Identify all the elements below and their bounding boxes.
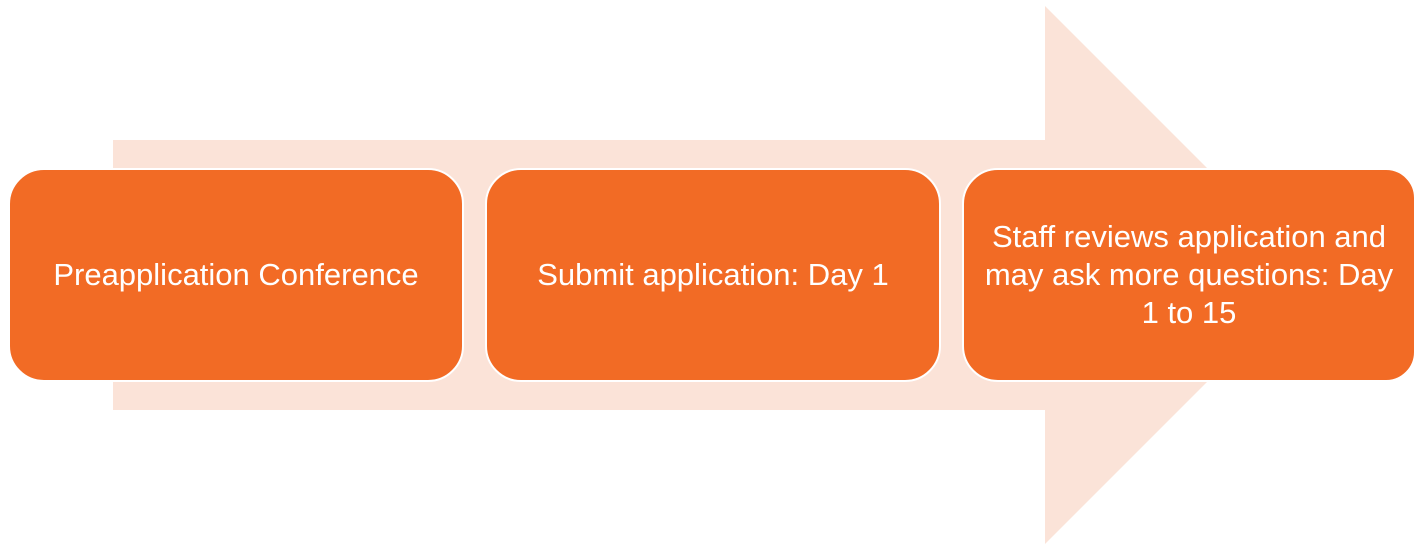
step-label: Submit application: Day 1 bbox=[537, 257, 889, 292]
step-preapplication-conference: Preapplication Conference bbox=[8, 168, 464, 382]
step-label: Preapplication Conference bbox=[53, 257, 419, 292]
step-staff-review: Staff reviews application and may ask mo… bbox=[962, 168, 1416, 382]
step-label: Staff reviews application and may ask mo… bbox=[984, 219, 1394, 330]
step-submit-application: Submit application: Day 1 bbox=[485, 168, 941, 382]
